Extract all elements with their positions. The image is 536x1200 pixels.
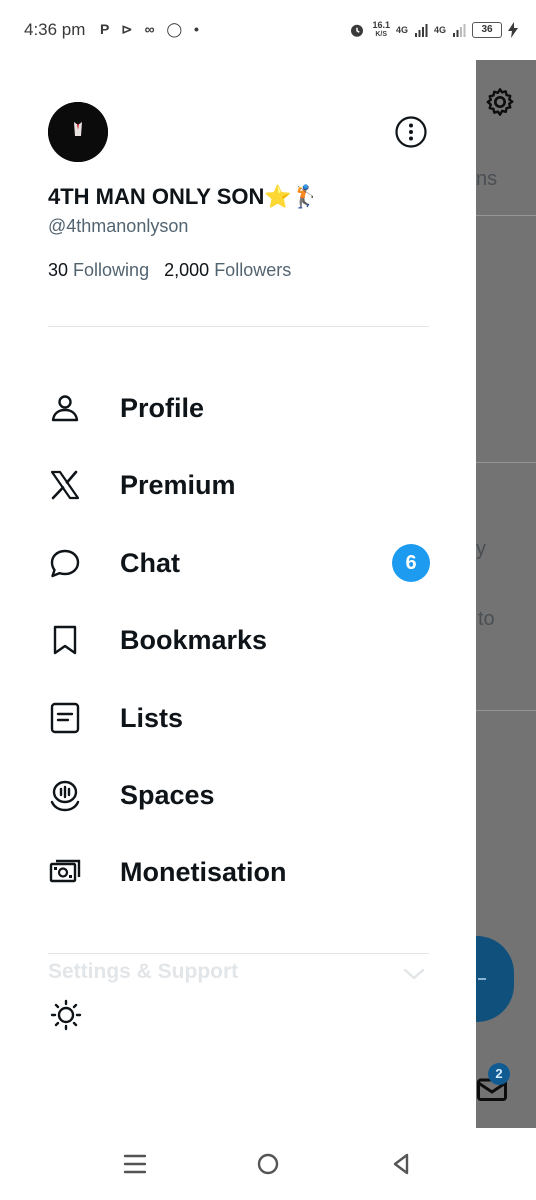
followers-count: 2,000 — [164, 260, 210, 280]
signal-bars-icon — [453, 24, 466, 37]
menu-item-spaces[interactable]: Spaces — [48, 768, 430, 822]
following-label: Following — [73, 260, 150, 280]
chevron-down-icon — [403, 968, 425, 980]
bg-tab-text: ns — [476, 168, 498, 190]
chat-badge: 6 — [392, 544, 430, 582]
menu-label: Chat — [120, 547, 180, 578]
bookmark-icon — [53, 625, 77, 655]
system-navigation-bar — [0, 1128, 536, 1200]
divider — [48, 953, 429, 954]
user-handle: @4thmanonlyson — [48, 216, 189, 236]
status-bar: 4:36 pm P ⊳ ∞ ◯ • 16.1 K/S 4G 4G 36 — [0, 0, 536, 60]
charging-icon — [508, 22, 518, 38]
following-link[interactable]: 30 Following — [48, 260, 154, 280]
divider — [48, 326, 429, 327]
net-speed: 16.1 K/S — [372, 21, 390, 39]
menu-item-chat[interactable]: Chat 6 — [48, 536, 430, 590]
following-count: 30 — [48, 260, 69, 280]
menu-item-premium[interactable]: Premium — [48, 458, 430, 512]
home-icon[interactable] — [254, 1150, 282, 1178]
menu-label: Bookmarks — [120, 624, 268, 655]
list-icon — [50, 702, 80, 734]
alarm-icon — [351, 24, 364, 37]
chat-bubble-icon — [50, 549, 80, 578]
mail-badge: 2 — [488, 1063, 510, 1085]
status-time: 4:36 pm — [24, 20, 86, 39]
notification-icons: P ⊳ ∞ ◯ • — [100, 21, 203, 37]
bg-divider — [476, 462, 536, 463]
compose-plus-icon — [478, 978, 486, 980]
bg-post-text: y — [476, 538, 486, 560]
avatar[interactable] — [48, 102, 108, 162]
status-right-group: 16.1 K/S 4G 4G 36 — [348, 18, 518, 42]
display-theme-icon[interactable] — [48, 996, 84, 1032]
person-icon — [51, 395, 79, 422]
more-options-icon[interactable] — [394, 115, 428, 149]
follow-stats: 30 Following 2,000 Followers — [48, 260, 291, 281]
menu-item-monetisation[interactable]: Monetisation — [48, 845, 430, 899]
net-speed-value: 16.1 — [372, 20, 390, 30]
settings-support-label: Settings & Support — [48, 960, 239, 983]
bg-post-text: to — [478, 608, 495, 630]
signal-label-2: 4G — [433, 25, 446, 35]
bg-divider — [476, 710, 536, 711]
followers-label: Followers — [214, 260, 292, 280]
signal-label-1: 4G — [395, 25, 408, 35]
menu-label: Monetisation — [120, 856, 287, 887]
signal-bars-icon — [414, 24, 428, 37]
back-icon[interactable] — [388, 1150, 416, 1178]
x-logo-icon — [50, 470, 80, 500]
menu-label: Spaces — [120, 779, 215, 810]
bg-divider — [476, 215, 536, 216]
menu-label: Profile — [120, 392, 205, 423]
settings-support-toggle[interactable]: Settings & Support — [48, 958, 430, 994]
menu-label: Lists — [120, 702, 184, 733]
menu-label: Premium — [120, 469, 236, 500]
battery-indicator: 36 — [472, 22, 502, 38]
money-icon — [49, 859, 81, 883]
spaces-icon — [50, 780, 80, 812]
menu-item-profile[interactable]: Profile — [48, 381, 430, 435]
recents-icon[interactable] — [121, 1150, 149, 1178]
avatar-image — [48, 102, 108, 162]
gear-icon — [486, 88, 514, 116]
menu-item-lists[interactable]: Lists — [48, 691, 430, 745]
net-speed-unit: K/S — [375, 31, 388, 38]
followers-link[interactable]: 2,000 Followers — [164, 260, 291, 280]
display-name[interactable]: 4TH MAN ONLY SON⭐🏌 — [48, 184, 319, 210]
menu-item-bookmarks[interactable]: Bookmarks — [48, 613, 430, 667]
